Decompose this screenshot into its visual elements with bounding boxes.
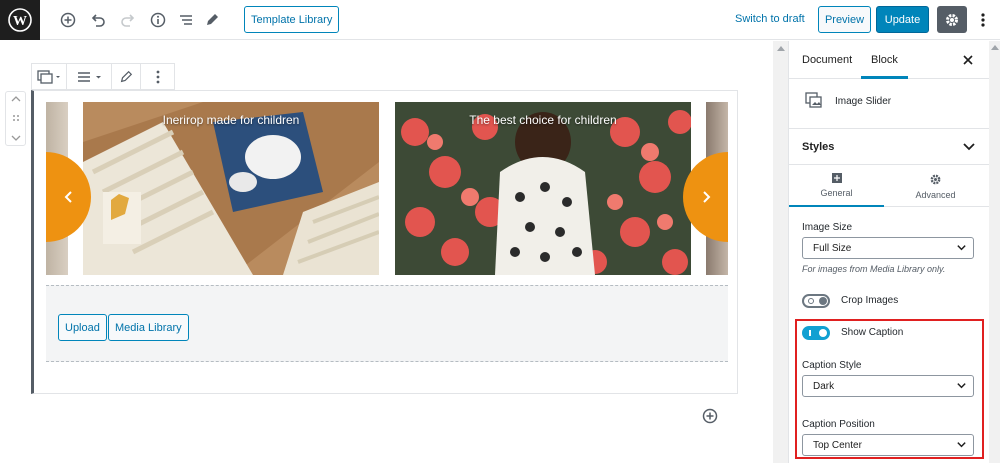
block-navigation-icon[interactable] [175, 9, 197, 31]
redo-icon[interactable] [117, 9, 139, 31]
crop-images-toggle[interactable] [802, 294, 830, 308]
caption-style-value: Dark [813, 380, 835, 392]
media-placeholder: Upload Media Library [46, 285, 728, 362]
chevron-down-icon [957, 383, 966, 389]
show-caption-label: Show Caption [841, 327, 904, 338]
image-size-select[interactable]: Full Size [802, 237, 974, 259]
chevron-right-icon [702, 191, 710, 203]
caption-position-label: Caption Position [802, 419, 875, 430]
tab-general-label: General [820, 188, 853, 198]
chevron-down-icon [957, 442, 966, 448]
scroll-up-icon[interactable] [776, 43, 785, 53]
gear-icon [930, 174, 941, 184]
chevron-down-icon [957, 245, 966, 251]
move-down-icon[interactable] [11, 134, 21, 142]
image-slider: Inerirор made for children The best choi… [46, 102, 728, 275]
align-icon[interactable] [67, 64, 112, 89]
tab-document[interactable]: Document [802, 41, 852, 79]
editor-scrollbar[interactable] [773, 41, 788, 463]
block-title: Image Slider [835, 96, 892, 107]
caption-style-select[interactable]: Dark [802, 375, 974, 397]
chevron-up-icon [963, 143, 975, 151]
chevron-left-icon [64, 191, 72, 203]
settings-sidebar: Document Block Image Slider Styles Gener… [788, 41, 1000, 463]
settings-gear-icon[interactable] [937, 6, 967, 33]
image-size-label: Image Size [802, 222, 853, 233]
editor-canvas: Inerirор made for children The best choi… [0, 41, 772, 463]
general-icon [831, 173, 842, 183]
style-tabs: General Advanced [789, 165, 989, 207]
slide-image-crib: Inerirор made for children [83, 102, 379, 275]
flowers-photo [395, 102, 691, 275]
info-icon[interactable] [147, 9, 169, 31]
close-icon[interactable] [961, 53, 975, 67]
caption-style-label: Caption Style [802, 360, 862, 371]
tab-advanced-label: Advanced [915, 189, 956, 200]
sidebar-scrollbar[interactable] [989, 41, 1000, 463]
image-slider-block[interactable]: Inerirор made for children The best choi… [31, 90, 738, 394]
more-options-icon[interactable] [975, 9, 991, 31]
block-type-switcher-icon[interactable] [32, 64, 67, 89]
image-size-help: For images from Media Library only. [802, 264, 946, 274]
image-size-value: Full Size [813, 242, 852, 254]
svg-text:W: W [13, 14, 27, 29]
wordpress-logo-icon[interactable]: W [0, 0, 40, 40]
upload-button[interactable]: Upload [58, 314, 107, 341]
add-block-icon[interactable] [57, 9, 79, 31]
caption-position-value: Top Center [813, 439, 862, 451]
media-library-button[interactable]: Media Library [108, 314, 189, 341]
caption-position-select[interactable]: Top Center [802, 434, 974, 456]
add-block-below-icon[interactable] [702, 408, 718, 424]
edit-pencil-icon[interactable] [201, 9, 223, 31]
undo-icon[interactable] [87, 9, 109, 31]
block-mover [5, 91, 26, 146]
move-up-icon[interactable] [11, 95, 21, 103]
show-caption-toggle[interactable] [802, 326, 830, 340]
crib-photo [83, 102, 379, 275]
preview-button[interactable]: Preview [818, 6, 871, 33]
template-library-button[interactable]: Template Library [244, 6, 340, 33]
tab-block[interactable]: Block [861, 41, 908, 79]
edit-gallery-pencil-icon[interactable] [112, 64, 141, 89]
scroll-up-icon[interactable] [991, 44, 999, 50]
sidebar-tabs: Document Block [789, 41, 989, 79]
image-slider-icon [805, 92, 822, 108]
block-card: Image Slider [789, 79, 989, 129]
drag-handle-icon[interactable] [12, 114, 20, 124]
editor-top-bar: W Template Library Switch to draft Previ… [0, 0, 1000, 40]
slide-caption: The best choice for children [469, 113, 617, 127]
block-more-options-icon[interactable] [141, 64, 174, 89]
block-toolbar [31, 63, 175, 90]
tab-general[interactable]: General [789, 165, 884, 207]
styles-label: Styles [802, 141, 835, 153]
tab-advanced[interactable]: Advanced [888, 165, 983, 207]
crop-images-label: Crop Images [841, 295, 899, 306]
slide-caption: Inerirор made for children [162, 113, 300, 127]
slide-image-flowers: The best choice for children [395, 102, 691, 275]
switch-to-draft-link[interactable]: Switch to draft [735, 13, 805, 25]
update-button[interactable]: Update [876, 6, 929, 33]
styles-panel-toggle[interactable]: Styles [789, 129, 989, 165]
